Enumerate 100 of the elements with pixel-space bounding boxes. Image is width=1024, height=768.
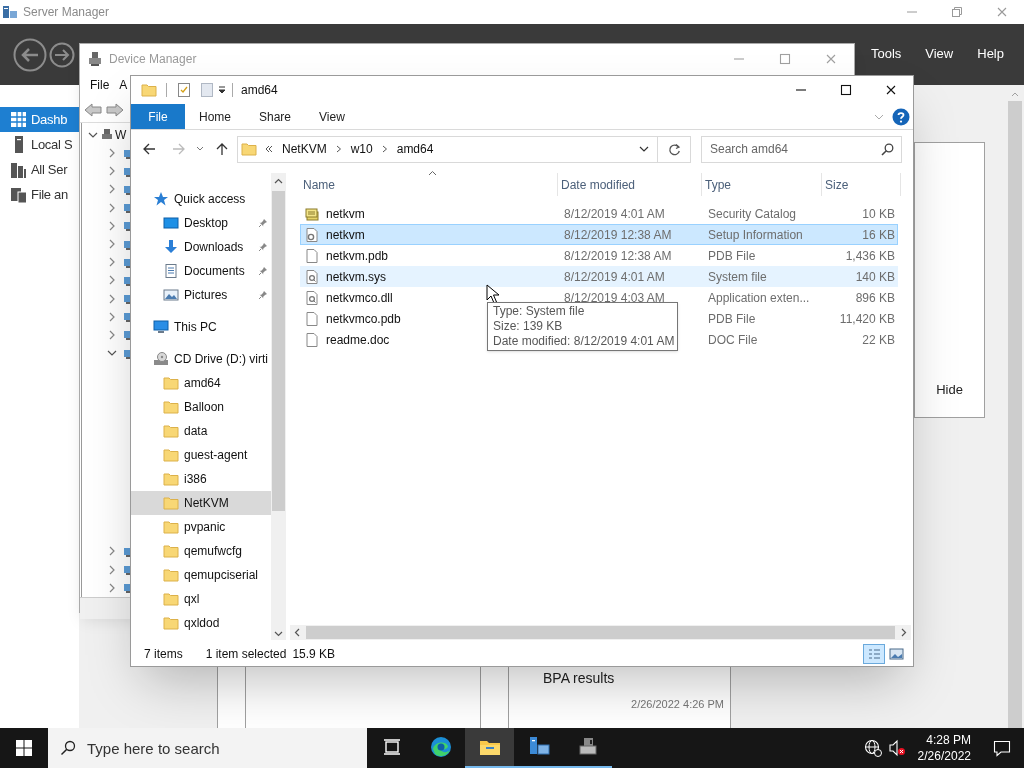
gear-file-icon	[304, 289, 320, 306]
chevron-icon[interactable]	[107, 257, 117, 268]
file-name[interactable]: readme.doc	[326, 330, 390, 349]
gear-file-icon	[304, 226, 320, 243]
pin-icon[interactable]	[258, 218, 268, 228]
nav-item[interactable]: This PC	[131, 315, 271, 339]
file-icon	[304, 310, 320, 327]
nav-item[interactable]: pvpanic	[131, 515, 271, 539]
up-arrow-icon[interactable]	[215, 142, 229, 156]
breadcrumb-item[interactable]: w10	[350, 140, 373, 158]
chevron-icon[interactable]	[107, 311, 117, 322]
pin-icon[interactable]	[258, 290, 268, 300]
column-header[interactable]: Size	[822, 173, 901, 196]
ribbon-tab[interactable]: File	[131, 104, 185, 129]
menu-item[interactable]: A	[119, 76, 128, 94]
scroll-down-icon[interactable]	[274, 629, 283, 638]
column-header[interactable]: Date modified	[558, 173, 702, 196]
nav-item[interactable]: CD Drive (D:) virti	[131, 347, 271, 371]
volume-muted-icon[interactable]	[887, 739, 906, 757]
folder-icon	[163, 567, 179, 583]
pin-icon[interactable]	[258, 266, 268, 276]
chevron-icon[interactable]	[107, 275, 117, 286]
dropdown-icon[interactable]	[639, 144, 649, 154]
menu-item[interactable]: File	[90, 76, 110, 94]
nav-item[interactable]: qxl	[131, 587, 271, 611]
back-arrow-icon[interactable]	[142, 142, 156, 156]
nav-item[interactable]: Desktop	[131, 211, 271, 235]
menu-item[interactable]: Help	[977, 43, 1004, 64]
breadcrumb-item[interactable]: NetKVM	[282, 140, 327, 158]
chevron-icon[interactable]	[107, 202, 117, 213]
chevron-icon[interactable]	[107, 546, 117, 557]
forward-button[interactable]	[49, 41, 75, 68]
chevron-icon[interactable]	[107, 293, 117, 304]
forward-arrow-icon[interactable]	[172, 142, 186, 156]
chevron-icon[interactable]	[107, 220, 117, 231]
nav-item[interactable]: qemupciserial	[131, 563, 271, 587]
pin-icon[interactable]	[258, 242, 268, 252]
file-name[interactable]: netkvm.sys	[326, 267, 386, 286]
dropdown-icon[interactable]	[217, 85, 227, 95]
scroll-bar[interactable]	[271, 173, 286, 640]
nav-item[interactable]: NetKVM	[131, 491, 271, 515]
table-cell: System file	[708, 269, 767, 284]
nav-item[interactable]: qxldod	[131, 611, 271, 635]
chevron-icon[interactable]	[107, 582, 117, 593]
nav-item[interactable]: data	[131, 419, 271, 443]
menu-item[interactable]: Tools	[870, 43, 902, 64]
nav-item[interactable]: Local S	[0, 132, 79, 157]
nav-item[interactable]: qemufwcfg	[131, 539, 271, 563]
clock[interactable]: 4:28 PM 2/26/2022	[908, 732, 980, 764]
chevron-icon[interactable]	[107, 239, 117, 250]
chevron-icon[interactable]	[107, 184, 117, 195]
table-cell: Setup Information	[708, 227, 803, 242]
file-name[interactable]: netkvm.pdb	[326, 246, 389, 265]
chevron-icon[interactable]	[107, 329, 117, 340]
file-name[interactable]: netkvmco.pdb	[326, 309, 401, 328]
ribbon-tab[interactable]: Share	[245, 104, 306, 129]
ribbon-tab[interactable]: View	[305, 104, 359, 129]
file-row[interactable]: netkvm 8/12/2019 12:38 AM Setup Information 16 KB	[300, 224, 898, 245]
properties-icon[interactable]	[176, 82, 192, 98]
nav-item[interactable]: Pictures	[131, 283, 271, 307]
nav-item[interactable]: File an	[0, 182, 79, 207]
nav-item[interactable]: i386	[131, 467, 271, 491]
star-icon	[153, 191, 169, 207]
nav-item[interactable]: guest-agent	[131, 443, 271, 467]
menu-item[interactable]: View	[925, 43, 954, 64]
nav-item[interactable]: Balloon	[131, 395, 271, 419]
column-header[interactable]: Type	[702, 173, 822, 196]
chevron-icon[interactable]	[107, 166, 117, 177]
overflow-chevron-icon[interactable]	[264, 144, 274, 154]
help-icon[interactable]	[892, 107, 910, 126]
nav-item[interactable]: amd64	[131, 371, 271, 395]
nav-item[interactable]: Dashb	[0, 107, 79, 132]
ribbon-tab[interactable]: Home	[185, 104, 245, 129]
scroll-right-icon[interactable]	[899, 628, 908, 637]
network-icon[interactable]	[863, 739, 882, 757]
chevron-icon[interactable]	[88, 130, 98, 140]
nav-item[interactable]: Quick access	[131, 187, 271, 211]
file-name[interactable]: netkvm	[326, 225, 365, 244]
scroll-left-icon[interactable]	[293, 628, 302, 637]
hide-link[interactable]: Hide	[936, 379, 963, 399]
breadcrumb-item[interactable]: amd64	[396, 140, 434, 158]
forward-arrow-icon[interactable]	[106, 101, 124, 118]
nav-item[interactable]: All Ser	[0, 157, 79, 182]
chevron-icon[interactable]	[107, 564, 117, 575]
nav-item[interactable]: Downloads	[131, 235, 271, 259]
search-field[interactable]: Search amd64	[701, 135, 902, 163]
taskbar-button[interactable]	[465, 728, 514, 768]
back-button[interactable]	[13, 37, 47, 72]
recent-locations-icon[interactable]	[196, 145, 204, 153]
chevron-icon[interactable]	[107, 148, 117, 159]
view-button[interactable]	[863, 644, 885, 664]
scroll-up-icon[interactable]	[274, 177, 283, 186]
scroll-bar[interactable]	[290, 625, 911, 640]
file-row[interactable]: netkvm.sys 8/12/2019 4:01 AM System file 140 KB	[300, 266, 898, 287]
file-name[interactable]: netkvm	[326, 204, 365, 223]
column-header[interactable]: Name	[300, 173, 558, 196]
address-bar[interactable]: NetKVM w10 amd64	[237, 135, 691, 163]
nav-item[interactable]: Documents	[131, 259, 271, 283]
file-name[interactable]: netkvmco.dll	[326, 288, 393, 307]
search-field[interactable]: Type here to search	[48, 728, 367, 768]
